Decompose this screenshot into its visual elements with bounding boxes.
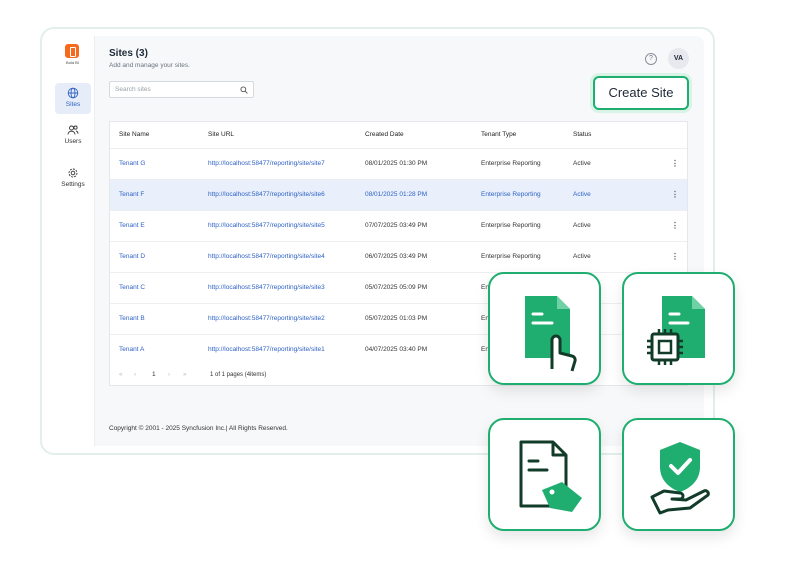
hand-shield-check-icon <box>650 442 710 515</box>
table-row[interactable]: Tenant E http://localhost:58477/reportin… <box>110 210 687 241</box>
row-menu-icon[interactable]: ⋮ <box>671 180 679 210</box>
help-icon[interactable]: ? <box>645 53 657 65</box>
sidebar-item-label: Sites <box>65 101 81 108</box>
search-icon[interactable] <box>240 86 248 94</box>
bold-bi-logo[interactable] <box>65 44 79 58</box>
feature-card-labels <box>488 418 601 531</box>
sidebar-item-label: Settings <box>61 181 85 188</box>
sidebar-item-users[interactable]: Users <box>55 120 91 151</box>
site-url-link[interactable]: http://localhost:58477/reporting/site/si… <box>208 149 325 179</box>
site-url-link[interactable]: http://localhost:58477/reporting/site/si… <box>208 211 325 241</box>
tenant-type: Enterprise Reporting <box>481 191 541 198</box>
tenant-type: Enterprise Reporting <box>481 253 541 260</box>
status-text: Active <box>573 191 591 198</box>
created-date: 06/07/2025 03:49 PM <box>365 253 428 260</box>
sidebar: Bold BI Sites Users Settings <box>50 36 95 446</box>
document-touch-icon <box>525 296 577 372</box>
created-date: 05/07/2025 05:09 PM <box>365 284 428 291</box>
status-text: Active <box>573 160 591 167</box>
gear-icon <box>68 168 78 178</box>
status-text: Active <box>573 222 591 229</box>
footer-copyright: Copyright © 2001 - 2025 Syncfusion Inc.|… <box>109 425 288 432</box>
tenant-type: Enterprise Reporting <box>481 222 541 229</box>
table-row[interactable]: Tenant D http://localhost:58477/reportin… <box>110 241 687 272</box>
page-title: Sites (3) <box>109 48 148 59</box>
column-header-created-date[interactable]: Created Date <box>365 122 404 148</box>
column-header-tenant-type[interactable]: Tenant Type <box>481 122 516 148</box>
feature-card-security <box>622 418 735 531</box>
search-box <box>109 81 254 98</box>
sites-table: Site Name Site URL Created Date Tenant T… <box>109 121 688 386</box>
row-menu-icon[interactable]: ⋮ <box>671 242 679 272</box>
site-name-link[interactable]: Tenant D <box>119 242 145 272</box>
created-date: 08/01/2025 01:28 PM <box>365 191 428 198</box>
first-page-icon[interactable]: « <box>119 364 123 386</box>
created-date: 07/07/2025 03:49 PM <box>365 222 428 229</box>
site-name-link[interactable]: Tenant C <box>119 273 145 303</box>
row-menu-icon[interactable]: ⋮ <box>671 149 679 179</box>
avatar[interactable]: VA <box>668 48 689 69</box>
site-name-link[interactable]: Tenant F <box>119 180 144 210</box>
document-tag-icon <box>519 440 582 512</box>
pager-info: 1 of 1 pages (4items) <box>210 372 267 378</box>
site-name-link[interactable]: Tenant A <box>119 335 144 365</box>
last-page-icon[interactable]: » <box>183 364 187 386</box>
document-chip-icon <box>647 296 705 365</box>
sidebar-item-sites[interactable]: Sites <box>55 83 91 114</box>
page-subtitle: Add and manage your sites. <box>109 62 190 69</box>
row-menu-icon[interactable]: ⋮ <box>671 211 679 241</box>
table-row[interactable]: Tenant F http://localhost:58477/reportin… <box>110 179 687 210</box>
column-header-status[interactable]: Status <box>573 122 591 148</box>
site-name-link[interactable]: Tenant E <box>119 211 145 241</box>
site-name-link[interactable]: Tenant G <box>119 149 145 179</box>
site-url-link[interactable]: http://localhost:58477/reporting/site/si… <box>208 180 325 210</box>
site-url-link[interactable]: http://localhost:58477/reporting/site/si… <box>208 304 325 334</box>
created-date: 08/01/2025 01:30 PM <box>365 160 428 167</box>
prev-page-icon[interactable]: ‹ <box>134 364 136 386</box>
search-input[interactable] <box>115 84 235 95</box>
users-icon <box>67 125 79 135</box>
sidebar-item-label: Users <box>64 138 82 145</box>
tenant-type: Enterprise Reporting <box>481 160 541 167</box>
table-row[interactable]: Tenant G http://localhost:58477/reportin… <box>110 148 687 179</box>
status-text: Active <box>573 253 591 260</box>
site-url-link[interactable]: http://localhost:58477/reporting/site/si… <box>208 335 325 365</box>
feature-card-report-processing <box>622 272 735 385</box>
site-name-link[interactable]: Tenant B <box>119 304 145 334</box>
create-site-button[interactable]: Create Site <box>593 76 689 110</box>
created-date: 04/07/2025 03:40 PM <box>365 346 428 353</box>
created-date: 05/07/2025 01:03 PM <box>365 315 428 322</box>
page-number[interactable]: 1 <box>152 364 156 386</box>
site-url-link[interactable]: http://localhost:58477/reporting/site/si… <box>208 273 325 303</box>
marketing-canvas: Bold BI Sites Users Settings Sites (3) A… <box>0 0 800 576</box>
next-page-icon[interactable]: › <box>168 364 170 386</box>
logo-text: Bold BI <box>66 60 79 65</box>
site-url-link[interactable]: http://localhost:58477/reporting/site/si… <box>208 242 325 272</box>
column-header-site-url[interactable]: Site URL <box>208 122 234 148</box>
globe-icon <box>67 87 79 99</box>
feature-card-interactive-report <box>488 272 601 385</box>
sidebar-item-settings[interactable]: Settings <box>55 163 91 194</box>
column-header-site-name[interactable]: Site Name <box>119 122 149 148</box>
